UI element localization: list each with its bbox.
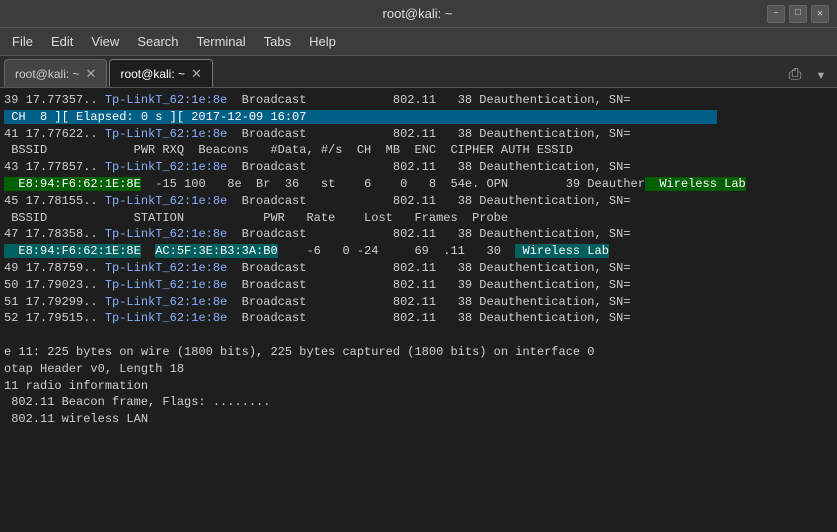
term-line-8: BSSID STATION PWR Rate Lost Frames Probe (4, 210, 833, 227)
term-line-7: 45 17.78155.. Tp-LinkT_62:1e:8e Broadcas… (4, 193, 833, 210)
tab-screenshot-button[interactable]: ⎙ (783, 63, 807, 87)
menu-terminal[interactable]: Terminal (189, 32, 254, 51)
tab-1[interactable]: root@kali: ~ ✕ (4, 59, 107, 87)
menu-file[interactable]: File (4, 32, 41, 51)
tab-2-label: root@kali: ~ (120, 67, 185, 81)
titlebar-buttons: – □ ✕ (767, 5, 829, 23)
term-line-10: E8:94:F6:62:1E:8E AC:5F:3E:B3:3A:B0 -6 0… (4, 243, 833, 260)
term-line-14: 52 17.79515.. Tp-LinkT_62:1e:8e Broadcas… (4, 310, 833, 327)
term-line-2: CH 8 ][ Elapsed: 0 s ][ 2017-12-09 16:07 (4, 109, 833, 126)
tabsbar: root@kali: ~ ✕ root@kali: ~ ✕ ⎙ ▾ (0, 56, 837, 88)
term-line-19: 802.11 Beacon frame, Flags: ........ (4, 394, 833, 411)
tab-1-label: root@kali: ~ (15, 67, 80, 81)
term-line-1: 39 17.77357.. Tp-LinkT_62:1e:8e Broadcas… (4, 92, 833, 109)
tab-menu-button[interactable]: ▾ (809, 63, 833, 87)
term-line-12: 50 17.79023.. Tp-LinkT_62:1e:8e Broadcas… (4, 277, 833, 294)
minimize-button[interactable]: – (767, 5, 785, 23)
term-line-15 (4, 327, 833, 344)
term-line-20: 802.11 wireless LAN (4, 411, 833, 428)
menu-view[interactable]: View (83, 32, 127, 51)
term-line-16: e 11: 225 bytes on wire (1800 bits), 225… (4, 344, 833, 361)
menu-help[interactable]: Help (301, 32, 344, 51)
tab-1-close[interactable]: ✕ (86, 66, 97, 82)
titlebar: root@kali: ~ – □ ✕ (0, 0, 837, 28)
titlebar-title: root@kali: ~ (68, 6, 767, 21)
term-line-13: 51 17.79299.. Tp-LinkT_62:1e:8e Broadcas… (4, 294, 833, 311)
term-line-5: 43 17.77857.. Tp-LinkT_62:1e:8e Broadcas… (4, 159, 833, 176)
term-line-6: E8:94:F6:62:1E:8E -15 100 8e Br 36 st 6 … (4, 176, 833, 193)
menu-search[interactable]: Search (129, 32, 186, 51)
term-line-4: BSSID PWR RXQ Beacons #Data, #/s CH MB E… (4, 142, 833, 159)
term-line-3: 41 17.77622.. Tp-LinkT_62:1e:8e Broadcas… (4, 126, 833, 143)
tab-2[interactable]: root@kali: ~ ✕ (109, 59, 212, 87)
close-button[interactable]: ✕ (811, 5, 829, 23)
term-line-9: 47 17.78358.. Tp-LinkT_62:1e:8e Broadcas… (4, 226, 833, 243)
terminal: 39 17.77357.. Tp-LinkT_62:1e:8e Broadcas… (0, 88, 837, 532)
term-line-18: 11 radio information (4, 378, 833, 395)
tab-2-close[interactable]: ✕ (191, 66, 202, 82)
term-line-17: otap Header v0, Length 18 (4, 361, 833, 378)
menubar: File Edit View Search Terminal Tabs Help (0, 28, 837, 56)
maximize-button[interactable]: □ (789, 5, 807, 23)
term-line-11: 49 17.78759.. Tp-LinkT_62:1e:8e Broadcas… (4, 260, 833, 277)
menu-edit[interactable]: Edit (43, 32, 81, 51)
menu-tabs[interactable]: Tabs (256, 32, 299, 51)
